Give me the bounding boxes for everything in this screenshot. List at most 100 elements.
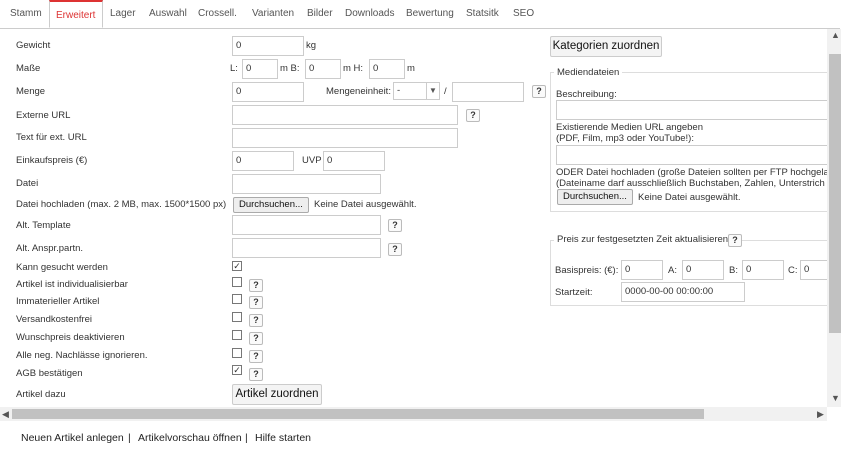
checkbox-agb[interactable]: ✓ <box>232 365 242 375</box>
help-icon[interactable]: ? <box>466 109 480 122</box>
price-a-input[interactable]: 0 <box>682 260 724 280</box>
price-c-label: C: <box>788 265 798 276</box>
help-icon[interactable]: ? <box>249 368 263 381</box>
scroll-left-icon[interactable]: ◀ <box>2 409 9 420</box>
media-upload-label-2: (Dateiname darf ausschließlich Buchstabe… <box>556 178 836 189</box>
footer-separator: | <box>245 432 248 444</box>
basis-price-label: Basispreis: (€): <box>555 265 619 276</box>
menge-input[interactable]: 0 <box>232 82 304 102</box>
masse-b-input[interactable]: 0 <box>305 59 341 79</box>
scroll-up-icon[interactable]: ▲ <box>831 30 840 40</box>
vertical-scrollbar-thumb[interactable] <box>829 54 841 333</box>
footer-separator: | <box>128 432 131 444</box>
tab-crossell[interactable]: Crossell. <box>192 0 243 28</box>
masse-h-label: m H: <box>343 63 364 74</box>
alt-template-input[interactable] <box>232 215 381 235</box>
mengeneinheit-label: Mengeneinheit: <box>326 86 391 97</box>
checkbox-searchable[interactable]: ✓ <box>232 261 242 271</box>
masse-l-label: L: <box>230 63 238 74</box>
text-url-label: Text für ext. URL <box>16 132 87 143</box>
tab-bar: Stamm Erweitert Lager Auswahl Crossell. … <box>0 0 840 29</box>
basis-price-input[interactable]: 0 <box>621 260 663 280</box>
mengeneinheit-text-input[interactable] <box>452 82 524 102</box>
mengeneinheit-select[interactable]: - ▼ <box>393 82 440 100</box>
artikel-dazu-label: Artikel dazu <box>16 389 66 400</box>
datei-input[interactable] <box>232 174 381 194</box>
alt-ansprech-label: Alt. Anspr.partn. <box>16 243 84 254</box>
help-icon[interactable]: ? <box>388 219 402 232</box>
assign-articles-button[interactable]: Artikel zuordnen <box>232 384 322 405</box>
gewicht-unit: kg <box>306 40 317 51</box>
help-icon[interactable]: ? <box>728 234 742 247</box>
masse-label: Maße <box>16 63 41 74</box>
horizontal-scrollbar-thumb[interactable] <box>12 409 704 419</box>
checkbox-immaterial[interactable] <box>232 294 242 304</box>
tab-varianten[interactable]: Varianten <box>246 0 300 28</box>
masse-h-input[interactable]: 0 <box>369 59 405 79</box>
checkbox-label-searchable: Kann gesucht werden <box>16 262 108 273</box>
media-upload-label-1: ODER Datei hochladen (große Dateien soll… <box>556 167 840 178</box>
checkbox-wish-price[interactable] <box>232 330 242 340</box>
article-preview-link[interactable]: Artikelvorschau öffnen <box>138 432 242 444</box>
tab-lager[interactable]: Lager <box>104 0 142 28</box>
help-icon[interactable]: ? <box>532 85 546 98</box>
checkbox-ignore-discounts[interactable] <box>232 348 242 358</box>
browse-button[interactable]: Durchsuchen... <box>233 197 309 213</box>
mengeneinheit-value: - <box>397 85 401 96</box>
help-icon[interactable]: ? <box>249 350 263 363</box>
checkbox-label-individual: Artikel ist individualisierbar <box>16 279 128 290</box>
media-description-label: Beschreibung: <box>556 89 617 100</box>
media-description-input[interactable] <box>556 100 840 120</box>
media-url-input[interactable] <box>556 145 840 165</box>
masse-b-label: m B: <box>280 63 300 74</box>
media-file-status: Keine Datei ausgewählt. <box>638 192 741 203</box>
datei-label: Datei <box>16 178 39 189</box>
media-url-label-1: Existierende Medien URL angeben <box>556 122 703 133</box>
tab-auswahl[interactable]: Auswahl <box>143 0 193 28</box>
gewicht-input[interactable]: 0 <box>232 36 304 56</box>
checkbox-label-agb: AGB bestätigen <box>16 368 83 379</box>
checkbox-label-free-shipping: Versandkostenfrei <box>16 314 93 325</box>
tab-stamm[interactable]: Stamm <box>4 0 48 28</box>
tab-bilder[interactable]: Bilder <box>301 0 339 28</box>
checkbox-individual[interactable] <box>232 277 242 287</box>
checkbox-label-wish-price: Wunschpreis deaktivieren <box>16 332 125 343</box>
externe-url-input[interactable] <box>232 105 458 125</box>
tab-bewertung[interactable]: Bewertung <box>400 0 460 28</box>
assign-categories-button[interactable]: Kategorien zuordnen <box>550 36 662 57</box>
einkaufspreis-input[interactable]: 0 <box>232 151 294 171</box>
media-browse-button[interactable]: Durchsuchen... <box>557 189 633 205</box>
checkbox-free-shipping[interactable] <box>232 312 242 322</box>
alt-ansprech-input[interactable] <box>232 238 381 258</box>
help-icon[interactable]: ? <box>249 314 263 327</box>
help-icon[interactable]: ? <box>249 296 263 309</box>
menge-label: Menge <box>16 86 46 97</box>
alt-template-label: Alt. Template <box>16 220 71 231</box>
tab-statistik[interactable]: Statsitk <box>460 0 505 28</box>
menge-slash: / <box>444 86 447 97</box>
tab-erweitert[interactable]: Erweitert <box>49 0 103 28</box>
tab-downloads[interactable]: Downloads <box>339 0 400 28</box>
scroll-down-icon[interactable]: ▼ <box>831 393 840 403</box>
masse-unit: m <box>407 63 415 74</box>
new-article-link[interactable]: Neuen Artikel anlegen <box>21 432 124 444</box>
start-time-input[interactable]: 0000-00-00 00:00:00 <box>621 282 745 302</box>
checkbox-label-ignore-discounts: Alle neg. Nachlässe ignorieren. <box>16 350 148 361</box>
gewicht-label: Gewicht <box>16 40 51 51</box>
uvp-input[interactable]: 0 <box>323 151 385 171</box>
einkaufspreis-label: Einkaufspreis (€) <box>16 155 88 166</box>
help-link[interactable]: Hilfe starten <box>255 432 311 444</box>
help-icon[interactable]: ? <box>249 332 263 345</box>
start-time-label: Startzeit: <box>555 287 593 298</box>
tab-seo[interactable]: SEO <box>507 0 540 28</box>
scroll-right-icon[interactable]: ▶ <box>817 409 824 420</box>
help-icon[interactable]: ? <box>249 279 263 292</box>
help-icon[interactable]: ? <box>388 243 402 256</box>
masse-l-input[interactable]: 0 <box>242 59 278 79</box>
uvp-label: UVP <box>302 155 322 166</box>
price-legend: Preis zur festgesetzten Zeit aktualisier… <box>554 234 732 245</box>
price-b-input[interactable]: 0 <box>742 260 784 280</box>
file-status: Keine Datei ausgewählt. <box>314 199 417 210</box>
checkbox-label-immaterial: Immaterieller Artikel <box>16 296 100 307</box>
text-url-input[interactable] <box>232 128 458 148</box>
